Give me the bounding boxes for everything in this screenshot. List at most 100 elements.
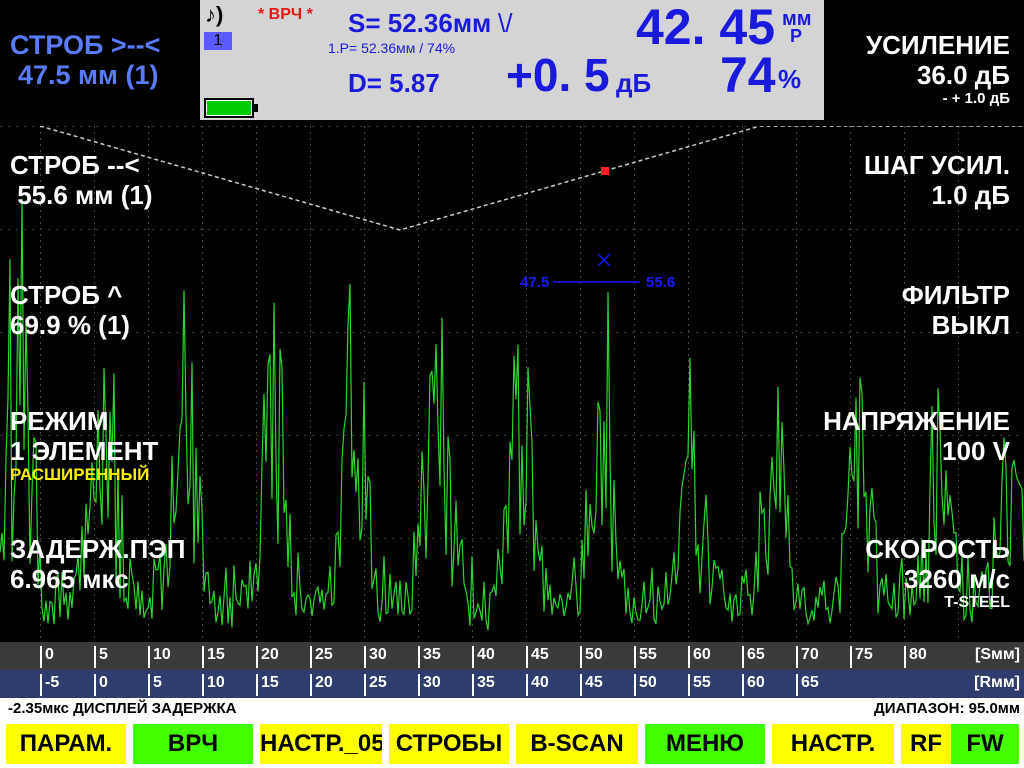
scale-s-label: 75 — [855, 646, 873, 663]
scale-r-tick — [472, 674, 474, 696]
scale-r-label: 30 — [423, 674, 441, 691]
scale-r-tick — [310, 674, 312, 696]
softkey-bar: ПАРАМ. ВРЧ НАСТР._05 СТРОБЫ B-SCAN МЕНЮ … — [0, 720, 1024, 768]
scale-r: [Rмм] -5 0 5 10 15 20 25 30 35 40 45 50 55 60 65 — [0, 670, 1024, 698]
scale-s-tick — [364, 646, 366, 668]
a-scan-display[interactable]: 47.5 55.6 СТРОБ --< 55.6 мм (1) СТРОБ ^ … — [0, 126, 1024, 642]
softkey-fw[interactable]: FW — [951, 724, 1019, 764]
scale-s-tick — [202, 646, 204, 668]
scale-r-label: 0 — [99, 674, 108, 691]
scale-r-tick — [418, 674, 420, 696]
gain-value: 36.0 дБ — [916, 60, 1010, 90]
gate-a-value: 47.5 мм (1) — [18, 60, 159, 90]
status-panel: ♪) 1 * ВРЧ * S= 52.36мм \/ 1.P= 52.36мм … — [200, 0, 824, 120]
gate-level-title: СТРОБ ^ — [10, 280, 123, 310]
scale-s-tick — [850, 646, 852, 668]
battery-icon — [204, 98, 258, 118]
softkey-b-scan[interactable]: B-SCAN — [516, 724, 638, 764]
mode-indicator: * ВРЧ * — [258, 6, 313, 23]
scale-s-label: 80 — [909, 646, 927, 663]
d-value: D= 5.87 — [348, 68, 440, 98]
scale-s-tick — [256, 646, 258, 668]
gain-step: - + 1.0 дБ — [942, 90, 1010, 107]
voltage-item[interactable]: НАПРЯЖЕНИЕ 100 V — [823, 406, 1010, 466]
softkey-rf[interactable]: RF — [901, 724, 951, 764]
scale-r-unit: [Rмм] — [974, 674, 1020, 691]
probe-delay-value: 6.965 мкс — [10, 564, 129, 594]
softkey-setup[interactable]: НАСТР. — [772, 724, 894, 764]
p-line: 1.P= 52.36мм / 74% — [328, 40, 456, 56]
softkey-tcg[interactable]: ВРЧ — [133, 724, 253, 764]
top-right-panel[interactable]: УСИЛЕНИЕ 36.0 дБ - + 1.0 дБ — [824, 0, 1024, 126]
gate-start-label: 47.5 — [520, 274, 549, 291]
material-value: T-STEEL — [944, 594, 1010, 611]
scale-s-tick — [634, 646, 636, 668]
scale-r-label: -5 — [45, 674, 60, 691]
scale-r-label: 5 — [153, 674, 162, 691]
scale-s-label: 65 — [747, 646, 765, 663]
scale-s-tick — [148, 646, 150, 668]
scale-s-tick — [904, 646, 906, 668]
scale-s-tick — [796, 646, 798, 668]
scale-r-label: 25 — [369, 674, 387, 691]
scale-s-tick — [94, 646, 96, 668]
depth-sub: P — [790, 26, 803, 46]
gate-level-item[interactable]: СТРОБ ^ 69.9 % (1) — [10, 280, 130, 340]
filter-item[interactable]: ФИЛЬТР ВЫКЛ — [902, 280, 1010, 340]
softkey-params[interactable]: ПАРАМ. — [6, 724, 126, 764]
sound-icon[interactable]: ♪) — [205, 2, 223, 28]
peak-mark-icon: \/ — [498, 8, 513, 38]
scale-s-label: 50 — [585, 646, 603, 663]
scale-r-tick — [526, 674, 528, 696]
scale-r-label: 40 — [531, 674, 549, 691]
voltage-title: НАПРЯЖЕНИЕ — [823, 406, 1010, 436]
top-left-panel: СТРОБ >--< 47.5 мм (1) — [0, 0, 200, 126]
softkey-menu[interactable]: МЕНЮ — [645, 724, 765, 764]
softkey-gates[interactable]: СТРОБЫ — [389, 724, 509, 764]
probe-delay-item[interactable]: ЗАДЕРЖ.ПЭП 6.965 мкс — [10, 534, 186, 594]
gate-b-title: СТРОБ --< — [10, 150, 140, 180]
scale-s-label: 60 — [693, 646, 711, 663]
scale-s-label: 70 — [801, 646, 819, 663]
scale-s-label: 10 — [153, 646, 171, 663]
s-value: S= 52.36мм — [348, 8, 492, 38]
scale-s-tick — [526, 646, 528, 668]
scale-s: [Sмм] 0 5 10 15 20 25 30 35 40 45 50 55 60 65 70 75 80 — [0, 642, 1024, 670]
scale-r-tick — [634, 674, 636, 696]
scale-s-label: 5 — [99, 646, 108, 663]
scale-s-label: 25 — [315, 646, 333, 663]
scale-s-tick — [580, 646, 582, 668]
scale-s-label: 40 — [477, 646, 495, 663]
gate-level-value: 69.9 % (1) — [10, 310, 130, 340]
scale-s-tick — [472, 646, 474, 668]
scale-r-tick — [742, 674, 744, 696]
info-bar: -2.35мкс ДИСПЛЕЙ ЗАДЕРЖКА ДИАПАЗОН: 95.0… — [0, 698, 1024, 720]
scale-r-tick — [202, 674, 204, 696]
scale-s-label: 55 — [639, 646, 657, 663]
gate-b-item[interactable]: СТРОБ --< 55.6 мм (1) — [10, 150, 153, 210]
gate-a-title: СТРОБ >--< — [10, 30, 161, 60]
channel-badge: 1 — [204, 32, 232, 50]
mode-item[interactable]: РЕЖИМ 1 ЭЛЕМЕНТ РАСШИРЕННЫЙ — [10, 406, 158, 484]
scale-r-label: 60 — [747, 674, 765, 691]
scale-r-tick — [256, 674, 258, 696]
velocity-item[interactable]: СКОРОСТЬ 3260 м/с T-STEEL — [865, 534, 1010, 612]
scale-r-label: 45 — [585, 674, 603, 691]
gain-step-item[interactable]: ШАГ УСИЛ. 1.0 дБ — [864, 150, 1010, 210]
range-value: ДИАПАЗОН: 95.0мм — [874, 700, 1020, 717]
velocity-title: СКОРОСТЬ — [865, 534, 1010, 564]
gain-title: УСИЛЕНИЕ — [865, 30, 1010, 60]
scale-r-tick — [94, 674, 96, 696]
voltage-value: 100 V — [942, 436, 1010, 466]
gate-end-label: 55.6 — [646, 274, 675, 291]
softkey-setup-05[interactable]: НАСТР._05 — [260, 724, 382, 764]
scale-r-label: 50 — [639, 674, 657, 691]
scale-r-tick — [40, 674, 42, 696]
gain-step-value: 1.0 дБ — [931, 180, 1010, 210]
scale-r-tick — [364, 674, 366, 696]
gain-step-title: ШАГ УСИЛ. — [864, 150, 1010, 180]
scale-s-label: 20 — [261, 646, 279, 663]
scale-s-tick — [742, 646, 744, 668]
scale-r-label: 20 — [315, 674, 333, 691]
scale-r-label: 65 — [801, 674, 819, 691]
